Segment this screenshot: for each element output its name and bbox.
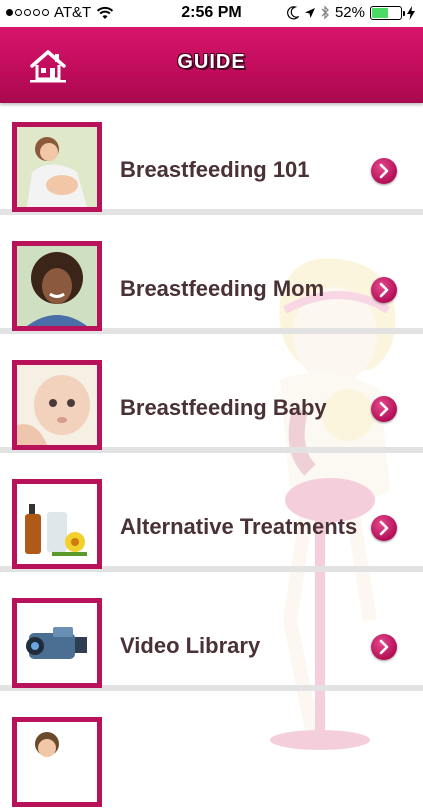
battery-icon	[370, 5, 405, 20]
list-item-breastfeeding-mom[interactable]: Breastfeeding Mom	[0, 222, 423, 334]
baby-photo	[12, 360, 102, 450]
smiling-woman-photo	[12, 241, 102, 331]
list-item-partial[interactable]	[0, 698, 423, 810]
oil-bottle-flowers-photo	[12, 479, 102, 569]
list-item-breastfeeding-101[interactable]: Breastfeeding 101	[0, 103, 423, 215]
bluetooth-icon	[321, 5, 329, 20]
status-bar: AT&T 2:56 PM 52%	[0, 0, 423, 27]
list-item-label: Breastfeeding Mom	[120, 276, 325, 301]
status-right: 52%	[287, 4, 415, 21]
list-item-label: Breastfeeding Baby	[120, 395, 327, 420]
list-item-label: Alternative Treatments	[120, 514, 358, 539]
chevron-right-icon[interactable]	[371, 634, 397, 660]
child-photo	[12, 717, 102, 807]
chevron-right-icon[interactable]	[371, 515, 397, 541]
nav-bar: GUIDE	[0, 27, 423, 103]
list-item-alternative-treatments[interactable]: Alternative Treatments	[0, 460, 423, 572]
moon-icon	[287, 5, 299, 19]
location-arrow-icon	[304, 7, 315, 18]
charging-bolt-icon	[407, 5, 415, 20]
list-item-label: Video Library	[120, 633, 261, 658]
page-title: GUIDE	[177, 51, 246, 73]
chevron-right-icon[interactable]	[371, 396, 397, 422]
video-camera-photo	[12, 598, 102, 688]
list-item-breastfeeding-baby[interactable]: Breastfeeding Baby	[0, 341, 423, 453]
mother-nursing-photo	[12, 122, 102, 212]
list-item-video-library[interactable]: Video Library	[0, 579, 423, 691]
battery-percent: 52%	[334, 4, 365, 21]
chevron-right-icon[interactable]	[371, 277, 397, 303]
chevron-right-icon[interactable]	[371, 158, 397, 184]
list-item-label: Breastfeeding 101	[120, 157, 310, 182]
